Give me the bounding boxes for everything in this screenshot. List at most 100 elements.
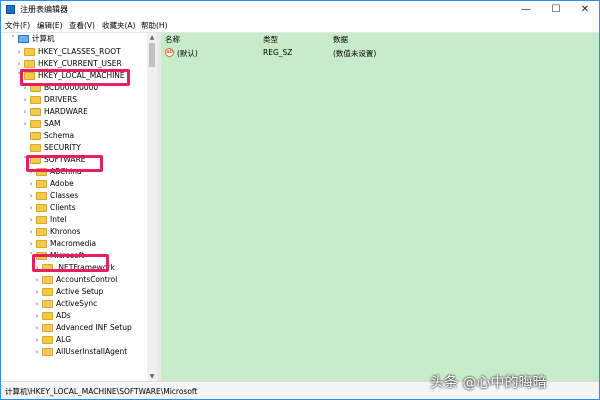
tree-node[interactable]: › Adobe (1, 178, 147, 190)
chevron-right-icon[interactable]: › (27, 214, 35, 226)
tree-node[interactable]: › DRIVERS (1, 94, 147, 106)
folder-icon (42, 312, 53, 320)
menu-view[interactable]: 查看(V) (69, 20, 95, 31)
folder-icon (42, 276, 53, 284)
chevron-right-icon[interactable]: › (27, 226, 35, 238)
tree-node[interactable]: › Intel (1, 214, 147, 226)
close-button[interactable]: ✕ (570, 1, 599, 18)
chevron-right-icon[interactable]: › (33, 274, 41, 286)
chevron-right-icon[interactable]: › (27, 202, 35, 214)
tree-node-label: HARDWARE (44, 107, 88, 116)
chevron-right-icon[interactable]: › (27, 238, 35, 250)
tree-node[interactable]: › HARDWARE (1, 106, 147, 118)
tree-node[interactable]: › ALG (1, 334, 147, 346)
tree-node[interactable]: › Clients (1, 202, 147, 214)
tree-node-label: 计算机 (32, 34, 55, 43)
tree-node-label: Clients (50, 203, 76, 212)
folder-icon (30, 144, 41, 152)
tree-node-label: AllUserInstallAgent (56, 347, 128, 356)
column-header-name[interactable]: 名称 (165, 34, 180, 45)
list-item[interactable]: ab (默认) REG_SZ (数值未设置) (161, 47, 599, 59)
tree-node[interactable]: › AllUserInstallAgent (1, 346, 147, 358)
tree-node-label: DRIVERS (44, 95, 78, 104)
folder-icon (30, 108, 41, 116)
chevron-right-icon (21, 130, 29, 142)
status-path: 计算机\HKEY_LOCAL_MACHINE\SOFTWARE\Microsof… (5, 387, 198, 396)
tree-node-label: ActiveSync (56, 299, 98, 308)
scroll-up-icon[interactable]: ▲ (147, 33, 157, 42)
value-type: REG_SZ (263, 48, 293, 57)
menu-edit[interactable]: 编辑(E) (37, 20, 63, 31)
folder-icon (36, 192, 47, 200)
scroll-down-icon[interactable]: ▼ (147, 372, 157, 381)
folder-icon (42, 348, 53, 356)
list-header: 名称 类型 数据 (161, 33, 599, 45)
registry-editor-window: 注册表编辑器 — ☐ ✕ 文件(F) 编辑(E) 查看(V) 收藏夹(A) 帮助… (0, 0, 600, 400)
highlight-box-microsoft (32, 254, 109, 272)
tree-node[interactable]: Schema (1, 130, 147, 142)
tree-node-label: SECURITY (44, 143, 81, 152)
tree-node[interactable]: › ActiveSync (1, 298, 147, 310)
tree-node-computer[interactable]: ˅ 计算机 (1, 33, 147, 45)
tree-node[interactable]: › Macromedia (1, 238, 147, 250)
chevron-right-icon[interactable]: › (33, 346, 41, 358)
tree-node-label: Classes (50, 191, 79, 200)
tree-node[interactable]: › Classes (1, 190, 147, 202)
tree-node-label: Intel (50, 215, 67, 224)
tree-node[interactable]: › HKEY_CLASSES_ROOT (1, 46, 147, 58)
chevron-right-icon[interactable]: › (33, 286, 41, 298)
folder-icon (42, 336, 53, 344)
tree-node[interactable]: › AccountsControl (1, 274, 147, 286)
tree-node[interactable]: › Khronos (1, 226, 147, 238)
string-value-icon: ab (165, 48, 174, 57)
tree-scrollbar[interactable]: ▲ ▼ (147, 33, 157, 381)
chevron-right-icon[interactable]: › (33, 298, 41, 310)
folder-icon (42, 300, 53, 308)
folder-icon (36, 240, 47, 248)
watermark: 头条 @心中的晦暗 (430, 375, 547, 391)
folder-icon (42, 288, 53, 296)
chevron-right-icon[interactable]: › (21, 118, 29, 130)
tree-node-label: ALG (56, 335, 72, 344)
menu-file[interactable]: 文件(F) (5, 20, 30, 31)
window-title: 注册表编辑器 (20, 5, 68, 14)
chevron-right-icon[interactable]: › (15, 46, 23, 58)
folder-icon (36, 180, 47, 188)
tree-node[interactable]: › Advanced INF Setup (1, 322, 147, 334)
tree-node-label: Adobe (50, 179, 74, 188)
tree-node[interactable]: › Active Setup (1, 286, 147, 298)
values-list: 名称 类型 数据 ab (默认) REG_SZ (数值未设置) (161, 33, 599, 381)
chevron-right-icon[interactable]: › (21, 106, 29, 118)
maximize-button[interactable]: ☐ (541, 1, 571, 18)
chevron-right-icon[interactable]: › (33, 310, 41, 322)
scroll-thumb[interactable] (149, 43, 155, 67)
tree-node[interactable]: SECURITY (1, 142, 147, 154)
column-header-type[interactable]: 类型 (263, 34, 278, 45)
tree-node-label: Schema (44, 131, 75, 140)
menu-help[interactable]: 帮助(H) (141, 20, 168, 31)
tree-node[interactable]: › SAM (1, 118, 147, 130)
chevron-right-icon[interactable]: › (21, 94, 29, 106)
menu-favorites[interactable]: 收藏夹(A) (102, 20, 135, 31)
tree-node-label: SAM (44, 119, 61, 128)
folder-icon (42, 324, 53, 332)
tree-node-label: AccountsControl (56, 275, 118, 284)
column-header-data[interactable]: 数据 (333, 34, 348, 45)
value-name: (默认) (177, 49, 198, 58)
folder-icon (30, 120, 41, 128)
chevron-right-icon[interactable]: › (33, 334, 41, 346)
chevron-right-icon[interactable]: › (33, 322, 41, 334)
minimize-button[interactable]: — (511, 1, 541, 18)
folder-icon (24, 60, 35, 68)
tree-node-label: Active Setup (56, 287, 104, 296)
tree-node-label: ADs (56, 311, 71, 320)
tree-node-label: HKEY_CLASSES_ROOT (38, 47, 121, 56)
folder-icon (30, 132, 41, 140)
chevron-right-icon[interactable]: › (27, 178, 35, 190)
tree-node-label: Khronos (50, 227, 81, 236)
tree-node[interactable]: › ADs (1, 310, 147, 322)
folder-icon (36, 204, 47, 212)
highlight-box-hklm (20, 69, 130, 86)
chevron-right-icon[interactable]: › (27, 190, 35, 202)
chevron-down-icon[interactable]: ˅ (9, 33, 17, 45)
